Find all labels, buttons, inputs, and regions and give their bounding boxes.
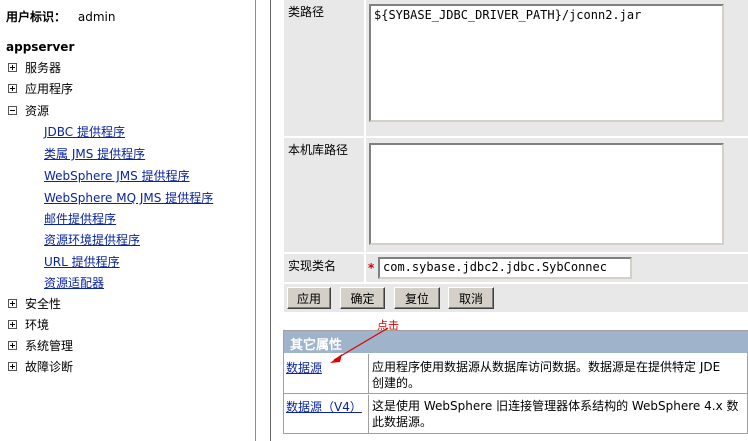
datasource-v4-desc-line2: 此数据源。 bbox=[372, 415, 433, 429]
nav-item-system-admin[interactable]: 系统管理 bbox=[8, 336, 73, 354]
classpath-label-cell: 类路径 bbox=[284, 0, 364, 136]
expand-icon[interactable] bbox=[8, 83, 17, 93]
nav-item-troubleshooting[interactable]: 故障诊断 bbox=[8, 357, 73, 375]
user-label: 用户标识： bbox=[6, 10, 67, 24]
nav-link-generic-jms[interactable]: 类属 JMS 提供程序 bbox=[44, 145, 145, 162]
nav-link-mail-provider[interactable]: 邮件提供程序 bbox=[44, 210, 116, 227]
nav-item-label: 环境 bbox=[25, 317, 50, 332]
native-path-label-cell: 本机库路径 bbox=[284, 138, 364, 252]
datasource-v4-link[interactable]: 数据源（V4） bbox=[286, 398, 362, 415]
datasource-v4-desc-line1: 这是使用 WebSphere 旧连接管理器体系结构的 WebSphere 4.x… bbox=[372, 399, 739, 413]
ok-button[interactable]: 确定 bbox=[340, 287, 385, 309]
classpath-label: 类路径 bbox=[288, 5, 325, 19]
datasource-link[interactable]: 数据源 bbox=[286, 359, 322, 376]
expand-icon[interactable] bbox=[8, 361, 17, 371]
user-identity: 用户标识： admin bbox=[6, 8, 115, 25]
expand-icon[interactable] bbox=[8, 298, 17, 308]
datasource-desc-line2: 创建的。 bbox=[372, 376, 421, 390]
nav-item-label: 应用程序 bbox=[25, 81, 74, 96]
nav-item-label: 系统管理 bbox=[25, 338, 74, 353]
datasource-v4-description: 这是使用 WebSphere 旧连接管理器体系结构的 WebSphere 4.x… bbox=[372, 398, 739, 430]
nav-item-security[interactable]: 安全性 bbox=[8, 294, 61, 312]
nav-link-jdbc-provider[interactable]: JDBC 提供程序 bbox=[44, 123, 125, 140]
impl-class-label: 实现类名 bbox=[288, 259, 337, 273]
nav-item-label: 安全性 bbox=[25, 296, 62, 311]
native-path-label: 本机库路径 bbox=[288, 143, 349, 157]
nav-item-label: 资源 bbox=[25, 103, 50, 118]
nav-item-applications[interactable]: 应用程序 bbox=[8, 79, 73, 97]
frame-splitter[interactable] bbox=[257, 0, 271, 441]
expand-icon[interactable] bbox=[8, 340, 17, 350]
apply-button[interactable]: 应用 bbox=[287, 287, 331, 309]
annotation-arrow-icon bbox=[330, 327, 389, 363]
nav-link-websphere-jms[interactable]: WebSphere JMS 提供程序 bbox=[44, 167, 190, 184]
nav-item-label: 故障诊断 bbox=[25, 359, 74, 374]
cancel-button[interactable]: 取消 bbox=[448, 287, 494, 309]
nav-link-websphere-mq-jms[interactable]: WebSphere MQ JMS 提供程序 bbox=[44, 189, 213, 206]
navigation-pane: 用户标识： admin appserver 服务器 应用程序 资源 JDBC 提… bbox=[0, 0, 256, 441]
collapse-icon[interactable] bbox=[8, 105, 17, 115]
nav-link-resource-adapter[interactable]: 资源适配器 bbox=[44, 274, 104, 291]
impl-class-input[interactable]: com.sybase.jdbc2.jdbc.SybConnec bbox=[378, 257, 632, 279]
expand-icon[interactable] bbox=[8, 319, 17, 329]
required-marker: * bbox=[368, 261, 375, 275]
server-name: appserver bbox=[6, 40, 75, 54]
datasource-desc-line1: 应用程序使用数据源从数据库访问数据。数据源是在提供特定 JDE bbox=[372, 360, 721, 374]
nav-link-resource-env-provider[interactable]: 资源环境提供程序 bbox=[44, 231, 140, 248]
user-value: admin bbox=[77, 10, 116, 24]
classpath-textarea[interactable]: ${SYBASE_JDBC_DRIVER_PATH}/jconn2.jar bbox=[369, 4, 724, 122]
nav-link-url-provider[interactable]: URL 提供程序 bbox=[44, 253, 120, 270]
datasource-description: 应用程序使用数据源从数据库访问数据。数据源是在提供特定 JDE 创建的。 bbox=[372, 359, 720, 391]
reset-button[interactable]: 复位 bbox=[394, 287, 440, 309]
nav-item-servers[interactable]: 服务器 bbox=[8, 58, 61, 76]
nav-item-environment[interactable]: 环境 bbox=[8, 315, 49, 333]
expand-icon[interactable] bbox=[8, 62, 17, 72]
nav-item-label: 服务器 bbox=[25, 60, 62, 75]
nav-item-resources[interactable]: 资源 bbox=[8, 101, 49, 119]
native-path-textarea[interactable] bbox=[369, 143, 724, 245]
impl-class-label-cell: 实现类名 bbox=[284, 254, 364, 282]
